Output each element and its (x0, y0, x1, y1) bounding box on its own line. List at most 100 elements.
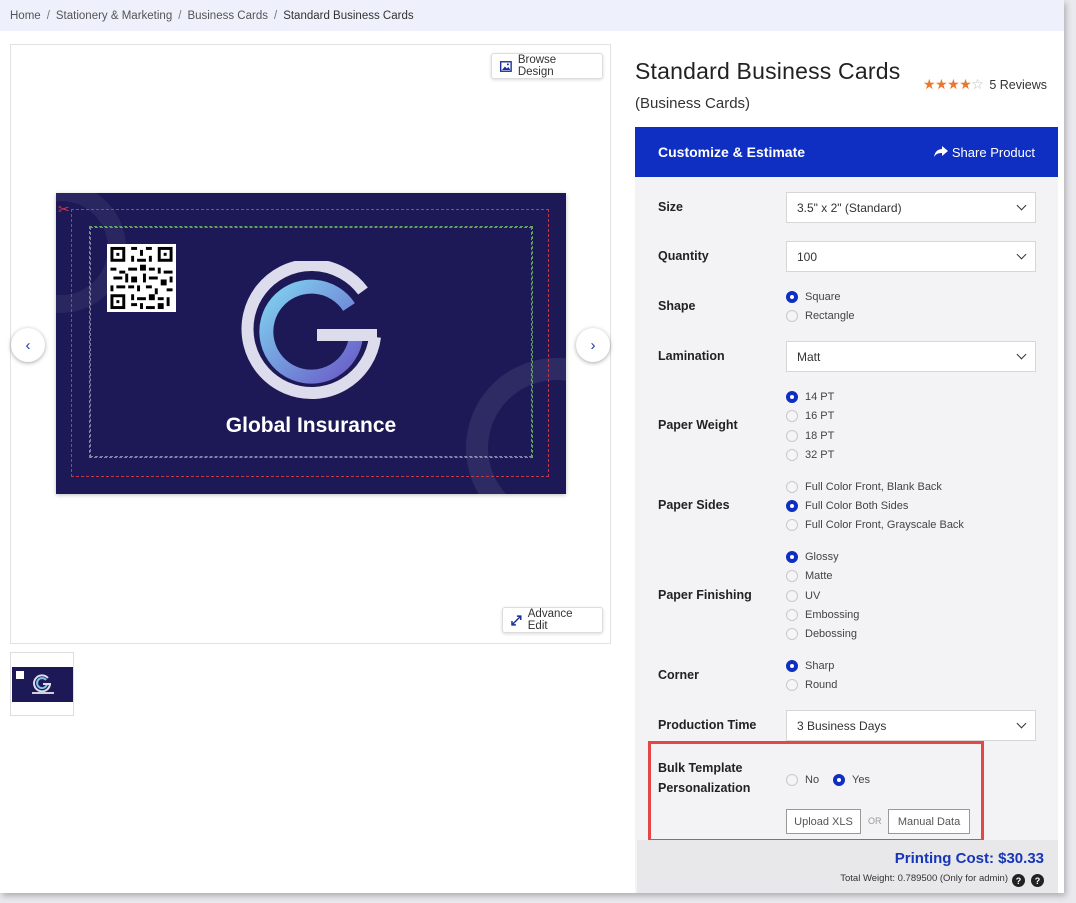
radio-selected-icon (786, 291, 798, 303)
breadcrumb-separator: / (178, 9, 182, 22)
paper-finishing-option-label: Glossy (805, 551, 839, 563)
paper-weight-option-label: 18 PT (805, 430, 835, 442)
lamination-value: Matt (797, 349, 821, 364)
paper-finishing-option-embossing[interactable]: Embossing (786, 609, 859, 621)
paper-finishing-option-debossing[interactable]: Debossing (786, 628, 857, 640)
product-title: Standard Business Cards (635, 58, 901, 84)
production-time-select[interactable]: 3 Business Days (786, 710, 1036, 741)
advance-edit-button[interactable]: Advance Edit (502, 607, 603, 633)
global-insurance-logo (241, 261, 381, 399)
radio-selected-icon (786, 391, 798, 403)
next-design-button[interactable]: › (576, 328, 610, 362)
paper-sides-option-blank-back[interactable]: Full Color Front, Blank Back (786, 481, 942, 493)
paper-finishing-option-matte[interactable]: Matte (786, 570, 833, 582)
shape-label: Shape (658, 299, 696, 313)
star-icon: ★ (959, 76, 972, 92)
radio-icon (786, 481, 798, 493)
paper-sides-option-grayscale-back[interactable]: Full Color Front, Grayscale Back (786, 519, 964, 531)
radio-selected-icon (786, 551, 798, 563)
scissors-icon: ✂ (58, 201, 70, 217)
paper-weight-option-18pt[interactable]: 18 PT (786, 430, 834, 442)
business-card-canvas[interactable]: ✂ Global Insurance (56, 193, 566, 494)
radio-icon (786, 570, 798, 582)
thumbnail-image (12, 667, 73, 702)
paper-sides-option-label: Full Color Both Sides (805, 500, 909, 512)
shape-option-label: Square (805, 291, 841, 303)
breadcrumb-separator: / (46, 9, 50, 22)
lamination-select[interactable]: Matt (786, 341, 1036, 372)
paper-sides-label: Paper Sides (658, 498, 730, 512)
star-icon: ★ (923, 76, 936, 92)
corner-label: Corner (658, 668, 699, 682)
paper-weight-option-14pt[interactable]: 14 PT (786, 391, 834, 403)
shape-option-rectangle[interactable]: Rectangle (786, 310, 855, 322)
paper-weight-option-label: 32 PT (805, 449, 835, 461)
size-value: 3.5" x 2" (Standard) (797, 200, 902, 215)
page-frame: Home / Stationery & Marketing / Business… (0, 0, 1064, 893)
shape-option-square[interactable]: Square (786, 291, 840, 303)
product-subtitle: (Business Cards) (635, 95, 751, 112)
chevron-down-icon (1016, 200, 1027, 211)
corner-option-label: Round (805, 679, 838, 691)
radio-icon (786, 590, 798, 602)
share-icon (933, 146, 948, 157)
breadcrumb: Home / Stationery & Marketing / Business… (0, 0, 1064, 31)
corner-option-sharp[interactable]: Sharp (786, 660, 834, 672)
paper-finishing-option-uv[interactable]: UV (786, 590, 820, 602)
paper-finishing-option-label: Embossing (805, 609, 860, 621)
shape-option-label: Rectangle (805, 310, 855, 322)
breadcrumb-stationery[interactable]: Stationery & Marketing (56, 10, 172, 22)
advance-edit-label: Advance Edit (527, 608, 573, 632)
customize-panel-header: Customize & Estimate Share Product (635, 127, 1058, 177)
browse-design-label: Browse Design (517, 54, 557, 78)
chevron-left-icon: ‹ (25, 336, 31, 354)
lamination-label: Lamination (658, 349, 725, 363)
radio-icon (786, 519, 798, 531)
paper-weight-option-label: 16 PT (805, 410, 835, 422)
design-thumbnail[interactable] (10, 652, 74, 716)
quantity-select[interactable]: 100 (786, 241, 1036, 272)
radio-icon (786, 310, 798, 322)
previous-design-button[interactable]: ‹ (11, 328, 45, 362)
production-time-value: 3 Business Days (797, 718, 887, 733)
radio-icon (786, 449, 798, 461)
product-rating[interactable]: ★★★★☆ 5 Reviews (923, 76, 1047, 93)
paper-sides-option-both-sides[interactable]: Full Color Both Sides (786, 500, 908, 512)
breadcrumb-separator: / (273, 9, 278, 22)
radio-selected-icon (786, 660, 798, 672)
share-product-label: Share Product (951, 144, 1035, 160)
chevron-right-icon: › (590, 336, 596, 354)
chevron-down-icon (1016, 249, 1027, 260)
paper-finishing-option-label: Matte (805, 570, 833, 582)
help-icon[interactable]: ? (1012, 874, 1025, 887)
paper-weight-option-16pt[interactable]: 16 PT (786, 410, 834, 422)
printing-cost: Printing Cost: $30.33 (894, 850, 1044, 867)
image-icon (500, 60, 512, 72)
size-select[interactable]: 3.5" x 2" (Standard) (786, 192, 1036, 223)
share-product-button[interactable]: Share Product (933, 144, 1035, 160)
paper-weight-option-32pt[interactable]: 32 PT (786, 449, 834, 461)
chevron-down-icon (1016, 718, 1027, 729)
paper-weight-label: Paper Weight (658, 418, 738, 432)
qr-code[interactable] (107, 244, 176, 312)
highlight-box (648, 741, 984, 842)
paper-weight-option-label: 14 PT (805, 391, 835, 403)
radio-icon (786, 609, 798, 621)
quantity-value: 100 (797, 249, 818, 264)
radio-icon (786, 410, 798, 422)
browse-design-button[interactable]: Browse Design (491, 53, 603, 79)
radio-icon (786, 628, 798, 640)
corner-option-round[interactable]: Round (786, 679, 837, 691)
paper-finishing-label: Paper Finishing (658, 588, 752, 602)
production-time-label: Production Time (658, 718, 757, 732)
star-empty-icon: ☆ (971, 76, 984, 92)
card-company-name: Global Insurance (225, 414, 397, 437)
reviews-link[interactable]: 5 Reviews (989, 78, 1047, 92)
radio-selected-icon (786, 500, 798, 512)
paper-finishing-option-glossy[interactable]: Glossy (786, 551, 839, 563)
breadcrumb-home[interactable]: Home (10, 10, 41, 22)
breadcrumb-business-cards[interactable]: Business Cards (187, 10, 268, 22)
chevron-down-icon (1016, 349, 1027, 360)
help-icon[interactable]: ? (1031, 874, 1044, 887)
paper-sides-option-label: Full Color Front, Grayscale Back (805, 519, 964, 531)
